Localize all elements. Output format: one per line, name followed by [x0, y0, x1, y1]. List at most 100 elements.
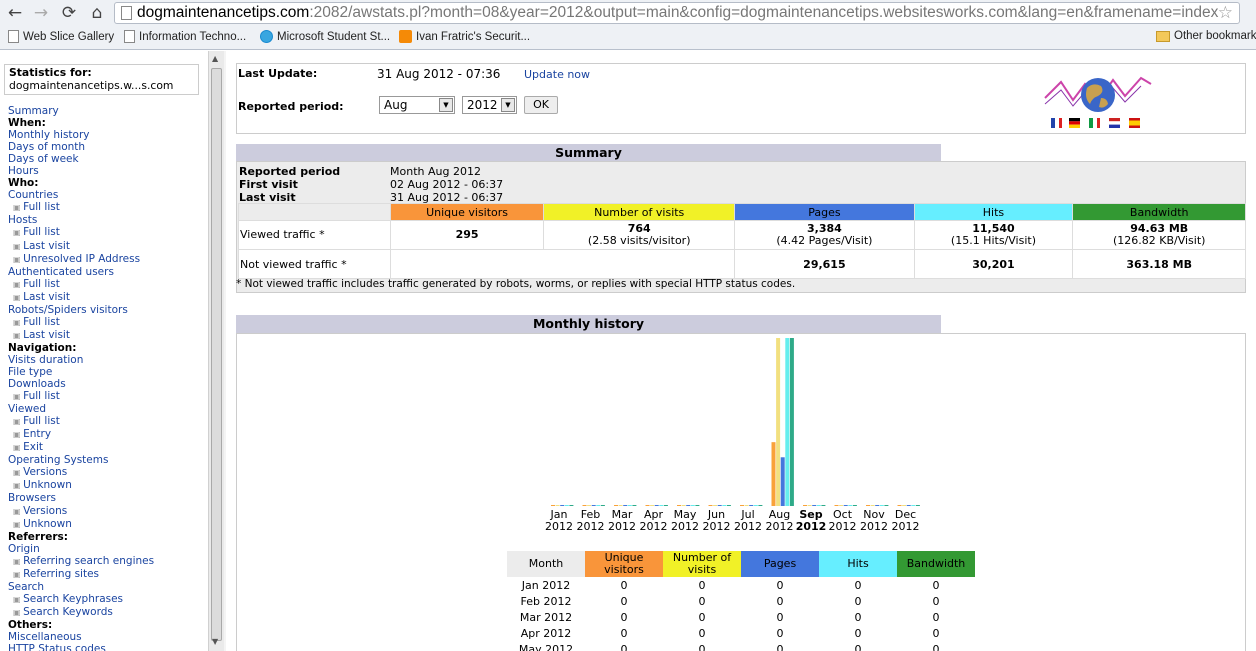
stats-for-box: Statistics for: dogmaintenancetips.w...s…	[4, 64, 199, 95]
bar-unique-visitors	[677, 505, 681, 506]
menu-link[interactable]: Robots/Spiders visitors	[8, 304, 208, 316]
menu-link[interactable]: Full list	[8, 390, 208, 403]
viewed-pages: 3,384 (4.42 Pages/Visit)	[734, 220, 915, 250]
menu-link[interactable]: Unresolved IP Address	[8, 253, 208, 266]
menu-link[interactable]: Referring sites	[8, 568, 208, 581]
history-row: May 2012 0 0 0 0 0	[507, 641, 975, 651]
menu-link[interactable]: Last visit	[8, 240, 208, 253]
history-cell: Mar 2012	[519, 610, 573, 624]
page-icon	[8, 30, 19, 43]
menu-link[interactable]: Unknown	[8, 518, 208, 531]
back-icon[interactable]: ←	[4, 2, 26, 24]
viewed-traffic-label: Viewed traffic *	[238, 220, 391, 250]
menu-link[interactable]: HTTP Status codes	[8, 643, 208, 651]
bar-hits	[911, 505, 916, 506]
menu-link[interactable]: Last visit	[8, 329, 208, 342]
menu-link[interactable]: File type	[8, 366, 208, 378]
history-cell: 0	[932, 594, 940, 608]
menu-link[interactable]: Full list	[8, 201, 208, 214]
month-select[interactable]: Aug ▼	[379, 96, 455, 114]
bar-bandwidth	[569, 505, 574, 506]
bookmark-ms-student[interactable]: Microsoft Student St...	[260, 30, 390, 43]
forward-icon[interactable]: →	[30, 2, 52, 24]
menu-link[interactable]: Browsers	[8, 492, 208, 504]
update-box: Last Update: 31 Aug 2012 - 07:36 Update …	[236, 63, 1246, 134]
year-select[interactable]: 2012 ▼	[462, 96, 517, 114]
bar-bandwidth	[663, 505, 668, 506]
history-cell: 0	[854, 594, 862, 608]
menu-scrollbar[interactable]: ▲ ▼	[208, 51, 224, 651]
menu-link[interactable]: Viewed	[8, 403, 208, 415]
address-bar: ← → ⟳ ⌂ dogmaintenancetips.com:2082/awst…	[0, 0, 1256, 26]
url-field[interactable]: dogmaintenancetips.com:2082/awstats.pl?m…	[114, 2, 1240, 24]
stats-title: Statistics for:	[9, 66, 92, 79]
menu-link[interactable]: Operating Systems	[8, 454, 208, 466]
menu-section-heading: Navigation:	[8, 341, 77, 354]
menu-link[interactable]: Entry	[8, 428, 208, 441]
star-icon[interactable]: ☆	[1218, 3, 1233, 23]
history-cell: 0	[932, 626, 940, 640]
menu-link[interactable]: Last visit	[8, 291, 208, 304]
menu-link[interactable]: Hosts	[8, 214, 208, 226]
bar-hits	[596, 505, 601, 506]
scroll-down-icon[interactable]: ▼	[212, 637, 218, 646]
month-year: 2012	[545, 520, 573, 533]
bar-bandwidth	[695, 505, 700, 506]
bookmark-info-techno[interactable]: Information Techno...	[124, 30, 246, 43]
history-cell: 0	[854, 642, 862, 651]
menu-link[interactable]: Versions	[8, 466, 208, 479]
not-viewed-empty	[389, 249, 736, 279]
month-tick-label: Dec 2012	[890, 509, 922, 533]
menu-link[interactable]: Versions	[8, 505, 208, 518]
menu-link[interactable]: Days of month	[8, 141, 208, 153]
menu-link[interactable]: Referring search engines	[8, 555, 208, 568]
month-year: 2012	[702, 520, 731, 533]
menu-link[interactable]: Full list	[8, 278, 208, 291]
menu-link[interactable]: Full list	[8, 226, 208, 239]
bar-number-of-visits	[870, 505, 875, 506]
home-icon[interactable]: ⌂	[86, 2, 108, 24]
other-bookmarks[interactable]: Other bookmark	[1156, 30, 1256, 42]
month-tick-label: Sep 2012	[795, 509, 827, 533]
menu-link[interactable]: Visits duration	[8, 354, 208, 366]
ok-button[interactable]: OK	[524, 96, 558, 114]
history-cell: 0	[698, 594, 706, 608]
menu-list: Summary When: Monthly history Days of month…	[8, 105, 208, 651]
menu-link[interactable]: Search	[8, 581, 208, 593]
month-year: 2012	[891, 520, 920, 533]
scroll-up-icon[interactable]: ▲	[212, 54, 218, 63]
menu-link[interactable]: Origin	[8, 543, 208, 555]
menu-link[interactable]: Exit	[8, 441, 208, 454]
bookmark-ivan-fratric[interactable]: Ivan Fratric's Securit...	[399, 30, 530, 43]
bar-number-of-visits	[902, 505, 907, 506]
menu-link[interactable]: Full list	[8, 316, 208, 329]
menu-link[interactable]: Full list	[8, 415, 208, 428]
bar-pages	[843, 505, 848, 506]
month-year: 2012	[860, 520, 888, 533]
menu-link[interactable]: Unknown	[8, 479, 208, 492]
bar-bandwidth	[821, 505, 826, 506]
summary-corner-cell	[238, 203, 391, 221]
update-now-link[interactable]: Update now	[524, 68, 590, 81]
month-tick-label: May 2012	[669, 509, 701, 533]
reload-icon[interactable]: ⟳	[58, 2, 80, 24]
menu-link[interactable]: Days of week	[8, 153, 208, 165]
menu-link[interactable]: Countries	[8, 189, 208, 201]
history-cell: 0	[620, 594, 628, 608]
menu-link[interactable]: Miscellaneous	[8, 631, 208, 643]
history-row: Jan 2012 0 0 0 0 0	[507, 577, 975, 593]
bar-hits	[753, 505, 758, 506]
menu-link[interactable]: Summary	[8, 105, 208, 117]
menu-link[interactable]: Search Keyphrases	[8, 593, 208, 606]
month-tick-label: Apr 2012	[638, 509, 670, 533]
history-cell: 0	[776, 594, 784, 608]
menu-link[interactable]: Downloads	[8, 378, 208, 390]
menu-link[interactable]: Hours	[8, 165, 208, 177]
menu-link[interactable]: Monthly history	[8, 129, 208, 141]
reported-period-label: Reported period	[239, 165, 341, 178]
menu-link[interactable]: Authenticated users	[8, 266, 208, 278]
history-cell: 0	[620, 610, 628, 624]
scrollbar-thumb[interactable]	[211, 68, 222, 641]
menu-link[interactable]: Search Keywords	[8, 606, 208, 619]
bookmark-web-slice[interactable]: Web Slice Gallery	[8, 30, 114, 43]
